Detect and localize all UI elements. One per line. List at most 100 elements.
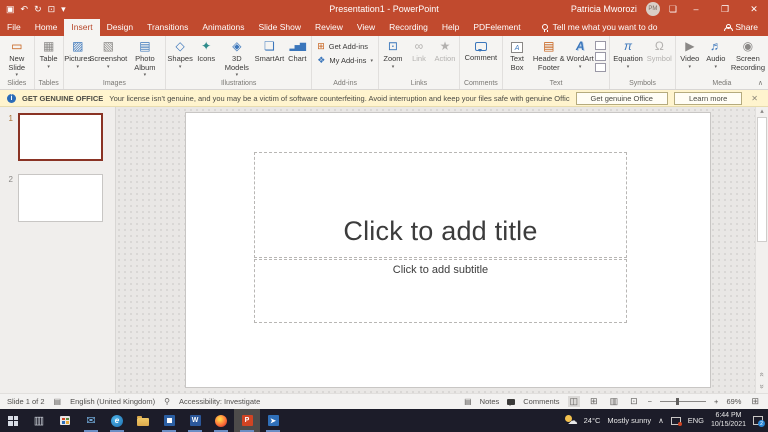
comment-button[interactable]: Comment bbox=[463, 36, 500, 63]
title-placeholder[interactable]: Click to add title bbox=[254, 152, 627, 258]
screen-recording-button[interactable]: ◉ Screen Recording bbox=[729, 36, 767, 72]
save-icon[interactable]: ▣ bbox=[6, 4, 15, 15]
tab-transitions[interactable]: Transitions bbox=[140, 19, 195, 36]
get-add-ins-button[interactable]: ⊞ Get Add-ins bbox=[317, 41, 373, 51]
smartart-button[interactable]: ❏ SmartArt bbox=[254, 36, 284, 64]
tab-home[interactable]: Home bbox=[28, 19, 65, 36]
equation-icon: π bbox=[624, 39, 632, 54]
tab-recording[interactable]: Recording bbox=[382, 19, 435, 36]
restore-button[interactable]: ❐ bbox=[715, 4, 735, 15]
notes-button[interactable]: Notes bbox=[480, 397, 500, 406]
zoom-level[interactable]: 69% bbox=[726, 397, 741, 406]
zoom-button[interactable]: ⊡ Zoom ▾ bbox=[380, 36, 406, 70]
chart-button[interactable]: ▂▅▇ Chart bbox=[284, 36, 310, 64]
pictures-button[interactable]: ▨ Pictures ▾ bbox=[65, 36, 91, 70]
weather-description[interactable]: Mostly sunny bbox=[607, 416, 651, 425]
object-icon[interactable] bbox=[595, 63, 606, 72]
slide-show-button[interactable]: ⊡ bbox=[628, 396, 640, 407]
collapse-ribbon-icon[interactable]: ∧ bbox=[758, 79, 763, 87]
share-button[interactable]: Share bbox=[714, 22, 768, 36]
tab-slide-show[interactable]: Slide Show bbox=[251, 19, 308, 36]
new-slide-button[interactable]: ▭ New Slide ▾ bbox=[1, 36, 33, 79]
vertical-scrollbar[interactable]: ▴ « » bbox=[755, 107, 768, 393]
previous-slide-icon[interactable]: « bbox=[757, 372, 766, 376]
reading-view-button[interactable]: ▥ bbox=[608, 396, 621, 407]
next-slide-icon[interactable]: » bbox=[757, 384, 766, 388]
task-view-button[interactable]: ▥ bbox=[26, 409, 52, 432]
audio-button[interactable]: ♬ Audio ▾ bbox=[703, 36, 729, 70]
file-explorer-button[interactable] bbox=[130, 409, 156, 432]
avatar[interactable]: PM bbox=[646, 2, 660, 16]
tab-design[interactable]: Design bbox=[100, 19, 140, 36]
scrollbar-thumb[interactable] bbox=[757, 117, 767, 242]
show-hidden-icons-chevron[interactable]: ∧ bbox=[658, 416, 664, 425]
tell-me-box[interactable]: Tell me what you want to do bbox=[542, 22, 658, 36]
tab-help[interactable]: Help bbox=[435, 19, 466, 36]
powerpoint-button[interactable]: P bbox=[234, 409, 260, 432]
mail-button[interactable]: ✉ bbox=[78, 409, 104, 432]
normal-view-button[interactable]: ◫ bbox=[568, 396, 581, 407]
comments-button[interactable]: Comments bbox=[523, 397, 559, 406]
my-add-ins-button[interactable]: ❖ My Add-ins ▾ bbox=[317, 55, 373, 65]
wordart-button[interactable]: A WordArt ▾ bbox=[567, 36, 593, 70]
learn-more-button[interactable]: Learn more bbox=[674, 92, 742, 105]
accessibility-status[interactable]: Accessibility: Investigate bbox=[179, 397, 260, 406]
slide-editing-surface[interactable]: Click to add title Click to add subtitle bbox=[185, 112, 711, 388]
pointer-app-button[interactable]: ➤ bbox=[260, 409, 286, 432]
tab-insert[interactable]: Insert bbox=[64, 19, 99, 36]
link-icon: ∞ bbox=[415, 39, 424, 54]
undo-icon[interactable]: ↶ bbox=[21, 4, 29, 15]
close-button[interactable]: ✕ bbox=[744, 4, 764, 15]
tray-app-icon[interactable] bbox=[671, 417, 681, 425]
ribbon-group-tables: ▦ Table ▾ Tables bbox=[35, 36, 64, 89]
slide-1-thumbnail[interactable] bbox=[18, 113, 103, 161]
fit-slide-to-window-button[interactable]: ⊞ bbox=[749, 396, 761, 407]
language-indicator[interactable]: English (United Kingdom) bbox=[70, 397, 155, 406]
zoom-slider-thumb[interactable] bbox=[676, 398, 679, 405]
tab-view[interactable]: View bbox=[350, 19, 382, 36]
3d-models-button[interactable]: ◈ 3D Models ▾ bbox=[219, 36, 254, 79]
start-button[interactable] bbox=[0, 409, 26, 432]
get-genuine-office-button[interactable]: Get genuine Office bbox=[576, 92, 668, 105]
slide-number-icon[interactable] bbox=[595, 52, 606, 61]
zoom-slider[interactable] bbox=[660, 401, 706, 402]
video-button[interactable]: ▶ Video ▾ bbox=[677, 36, 703, 70]
temperature[interactable]: 24°C bbox=[584, 416, 601, 425]
customize-qat-icon[interactable]: ▾ bbox=[61, 4, 66, 15]
scroll-up-icon[interactable]: ▴ bbox=[760, 108, 764, 115]
microsoft-store-button[interactable] bbox=[52, 409, 78, 432]
tab-animations[interactable]: Animations bbox=[195, 19, 251, 36]
icons-button[interactable]: ✦ Icons bbox=[193, 36, 219, 64]
proofing-icon[interactable]: ▤ bbox=[54, 397, 62, 406]
zoom-out-button[interactable]: − bbox=[648, 397, 652, 406]
clock[interactable]: 6:44 PM 10/15/2021 bbox=[711, 412, 746, 428]
photo-album-button[interactable]: ▤ Photo Album ▾ bbox=[126, 36, 164, 79]
shapes-button[interactable]: ◇ Shapes ▾ bbox=[167, 36, 193, 70]
slide-2-thumbnail[interactable] bbox=[18, 174, 103, 222]
zoom-in-button[interactable]: + bbox=[714, 397, 718, 406]
group-label-slides: Slides bbox=[1, 80, 33, 89]
close-warning-icon[interactable]: ✕ bbox=[748, 94, 761, 103]
word-button[interactable]: W bbox=[182, 409, 208, 432]
blue-app-button[interactable] bbox=[156, 409, 182, 432]
text-box-button[interactable]: A Text Box bbox=[504, 36, 531, 72]
edge-button[interactable]: e bbox=[104, 409, 130, 432]
slide-sorter-view-button[interactable]: ⊞ bbox=[588, 396, 600, 407]
input-language[interactable]: ENG bbox=[688, 416, 704, 425]
equation-button[interactable]: π Equation ▾ bbox=[611, 36, 645, 70]
table-button[interactable]: ▦ Table ▾ bbox=[36, 36, 62, 70]
minimize-button[interactable]: – bbox=[686, 4, 706, 14]
tab-pdfelement[interactable]: PDFelement bbox=[466, 19, 527, 36]
tab-review[interactable]: Review bbox=[308, 19, 350, 36]
screenshot-button[interactable]: ▧ Screenshot ▾ bbox=[91, 36, 126, 70]
action-center-icon[interactable]: 2 bbox=[753, 416, 763, 425]
start-presentation-icon[interactable]: ⊡ bbox=[48, 4, 56, 15]
date-time-icon[interactable] bbox=[595, 41, 606, 50]
firefox-button[interactable] bbox=[208, 409, 234, 432]
subtitle-placeholder[interactable]: Click to add subtitle bbox=[254, 259, 627, 323]
tab-file[interactable]: File bbox=[0, 19, 28, 36]
ribbon-display-options-icon[interactable]: ❏ bbox=[669, 4, 677, 15]
header-footer-button[interactable]: ▤ Header & Footer bbox=[530, 36, 567, 72]
weather-icon[interactable]: ☁ bbox=[565, 415, 577, 426]
redo-icon[interactable]: ↻ bbox=[34, 4, 42, 15]
